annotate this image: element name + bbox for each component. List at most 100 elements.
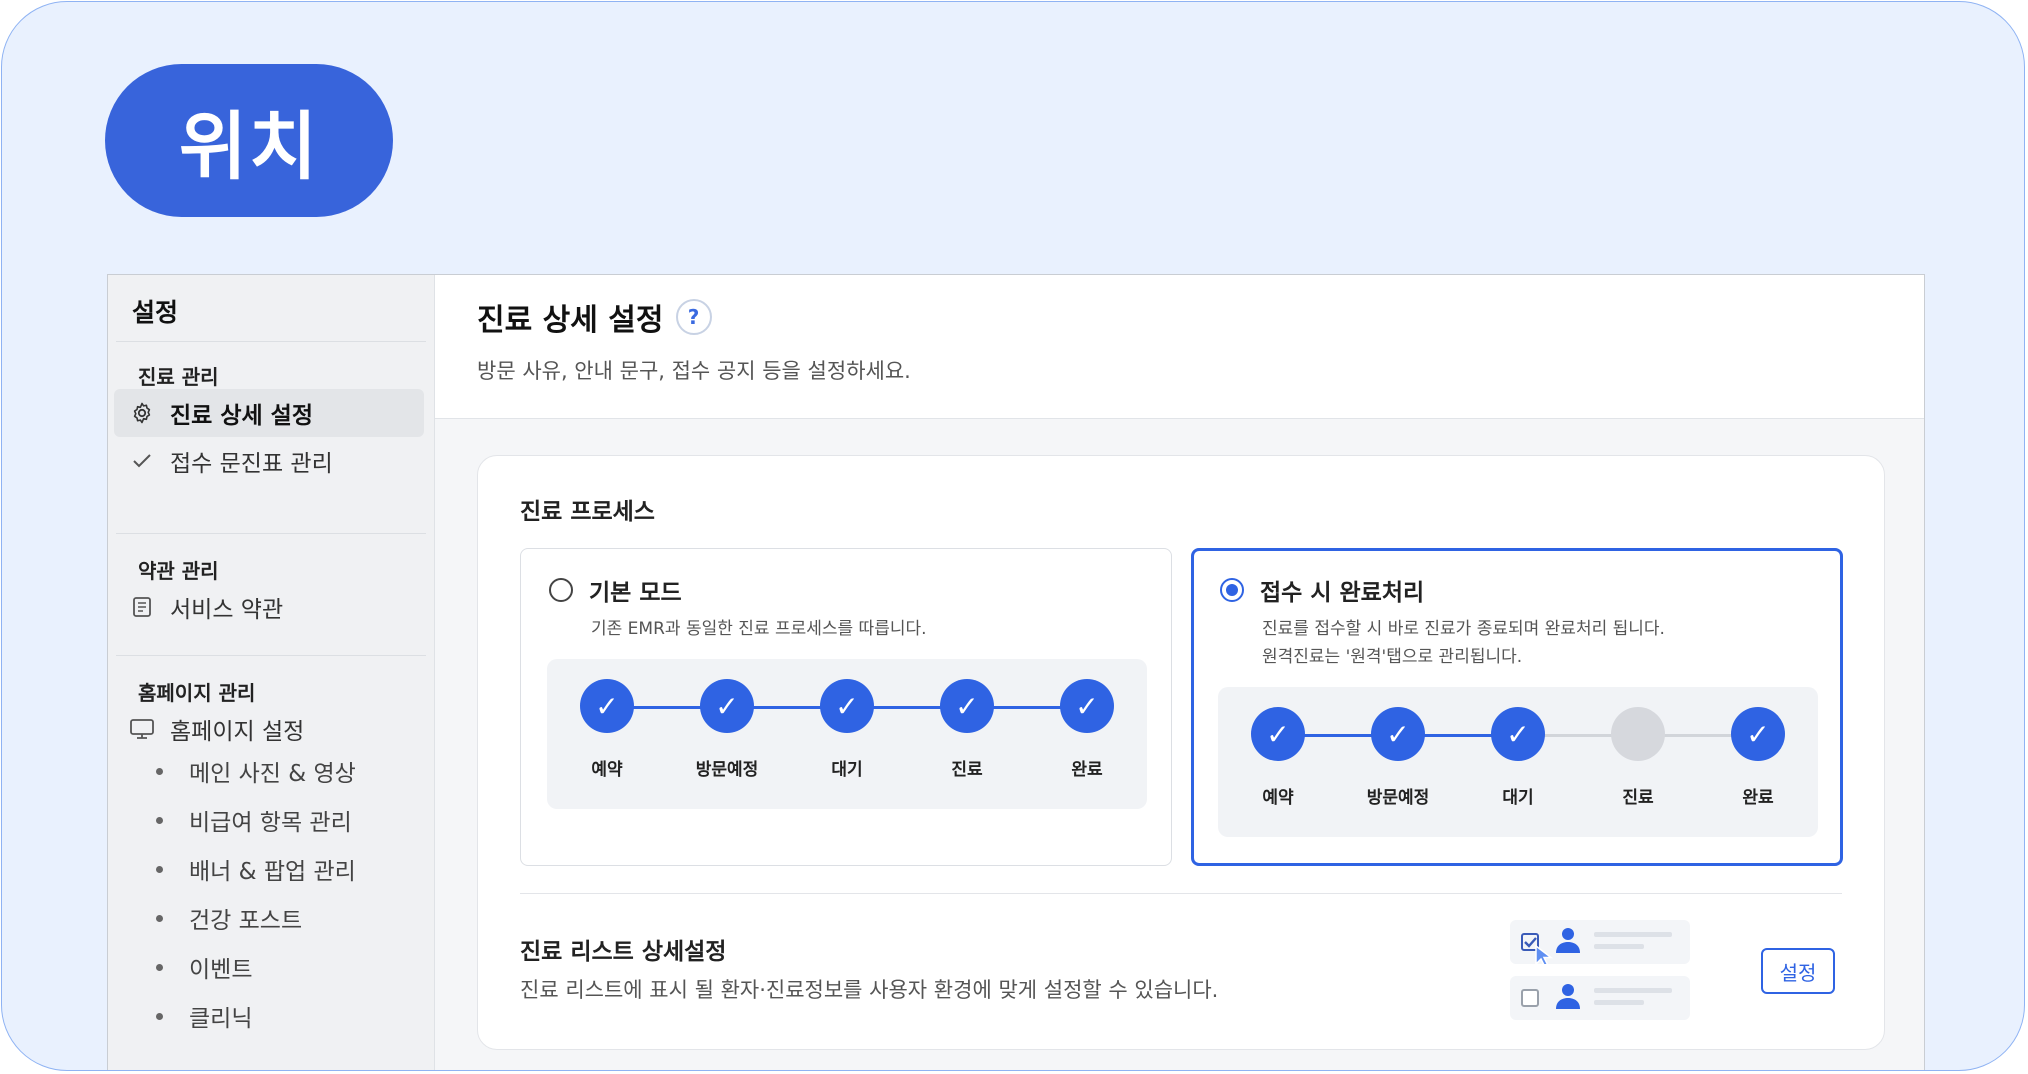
process-steps: ✓ 예약 ✓ 방문예정 ✓ 대기 진료 ✓ 완료 (1218, 687, 1818, 837)
step-label: 방문예정 (695, 760, 759, 780)
sidebar-title: 설정 (132, 298, 179, 327)
mode-option-basic[interactable]: 기본 모드 기존 EMR과 동일한 진료 프로세스를 따릅니다. ✓ 예약 ✓ 방문… (520, 548, 1172, 866)
step: ✓ 예약 (1218, 707, 1338, 808)
sidebar-divider (116, 655, 426, 656)
step-label: 완료 (1071, 760, 1103, 780)
sidebar-item-label: 홈페이지 설정 (170, 719, 305, 745)
empty-circle-icon (1611, 707, 1665, 761)
sidebar-section-homepage: 홈페이지 관리 (138, 681, 256, 705)
sidebar-item-homepage-settings[interactable]: 홈페이지 설정 (114, 705, 424, 753)
sidebar-subitem-main-media[interactable]: 메인 사진 & 영상 (156, 751, 356, 791)
page-title-text: 진료 상세 설정 (477, 303, 664, 338)
sidebar-subitem-label: 비급여 항목 관리 (189, 810, 352, 836)
check-circle-icon: ✓ (580, 679, 634, 733)
sidebar-subitem-banner-popup[interactable]: 배너 & 팝업 관리 (156, 849, 356, 889)
bullet-icon (156, 865, 163, 873)
mode-header: 기본 모드 (549, 573, 682, 607)
sidebar-item-label: 서비스 약관 (170, 597, 284, 623)
step: ✓ 완료 (1698, 707, 1818, 808)
step: ✓ 대기 (1458, 707, 1578, 808)
radio-button-basic[interactable] (549, 578, 573, 602)
illustration-row (1510, 920, 1690, 969)
process-steps: ✓ 예약 ✓ 방문예정 ✓ 대기 ✓ 진료 ✓ 완료 (547, 659, 1147, 809)
sidebar-section-care: 진료 관리 (138, 365, 219, 389)
sidebar-subitem-label: 클리닉 (189, 1006, 253, 1032)
bullet-icon (156, 963, 163, 971)
card-divider (520, 893, 1842, 894)
monitor-icon (114, 717, 170, 741)
step-label: 진료 (951, 760, 983, 780)
step: ✓ 완료 (1027, 679, 1147, 780)
sidebar-subitem-health-post[interactable]: 건강 포스트 (156, 898, 302, 938)
check-circle-icon: ✓ (1371, 707, 1425, 761)
step: 진료 (1578, 707, 1698, 808)
check-circle-icon: ✓ (1731, 707, 1785, 761)
sidebar-divider (116, 533, 426, 534)
bullet-icon (156, 767, 163, 775)
mode-description: 진료를 접수할 시 바로 진료가 종료되며 완료처리 됩니다. 원격진료는 '원… (1262, 615, 1665, 671)
settings-window: 설정 진료 관리 진료 상세 설정 접수 문진표 관리 약관 관리 서비스 약관… (107, 274, 1925, 1070)
step: ✓ 진료 (907, 679, 1027, 780)
sidebar-subitem-label: 이벤트 (189, 957, 253, 983)
help-icon[interactable]: ? (675, 299, 712, 335)
mode-description-line: 원격진료는 '원격'탭으로 관리됩니다. (1262, 647, 1523, 667)
bullet-icon (156, 914, 163, 922)
step-label: 예약 (591, 760, 623, 780)
sidebar-subitem-label: 건강 포스트 (189, 908, 303, 934)
page-title: 진료 상세 설정 ? (477, 295, 712, 339)
mode-label: 기본 모드 (589, 580, 682, 606)
document-icon (114, 595, 170, 619)
mode-description-line: 진료를 접수할 시 바로 진료가 종료되며 완료처리 됩니다. (1262, 619, 1665, 639)
check-circle-icon: ✓ (1491, 707, 1545, 761)
sidebar-item-label: 접수 문진표 관리 (170, 451, 333, 477)
step: ✓ 대기 (787, 679, 907, 780)
page-header: 진료 상세 설정 ? 방문 사유, 안내 문구, 접수 공지 등을 설정하세요. (435, 275, 1924, 419)
illustration-row (1510, 976, 1690, 1020)
bullet-icon (156, 1012, 163, 1020)
main-content: 진료 상세 설정 ? 방문 사유, 안내 문구, 접수 공지 등을 설정하세요.… (435, 275, 1924, 1070)
location-badge: 위치 (105, 64, 393, 217)
step: ✓ 방문예정 (667, 679, 787, 780)
mode-description: 기존 EMR과 동일한 진료 프로세스를 따릅니다. (591, 615, 927, 643)
sidebar-subitem-event[interactable]: 이벤트 (156, 947, 252, 987)
step-label: 진료 (1622, 788, 1654, 808)
check-circle-icon: ✓ (700, 679, 754, 733)
mode-option-complete-on-intake[interactable]: 접수 시 완료처리 진료를 접수할 시 바로 진료가 종료되며 완료처리 됩니다… (1191, 548, 1843, 866)
step-label: 대기 (1502, 788, 1534, 808)
list-settings-button[interactable]: 설정 (1761, 948, 1835, 994)
settings-card: 진료 프로세스 기본 모드 기존 EMR과 동일한 진료 프로세스를 따릅니다.… (477, 455, 1885, 1050)
check-circle-icon: ✓ (1060, 679, 1114, 733)
radio-button-complete-on-intake[interactable] (1220, 578, 1244, 602)
step: ✓ 예약 (547, 679, 667, 780)
sidebar-item-service-terms[interactable]: 서비스 약관 (114, 583, 424, 631)
list-settings-description: 진료 리스트에 표시 될 환자·진료정보를 사용자 환경에 맞게 설정할 수 있… (520, 978, 1219, 1002)
sidebar-item-label: 진료 상세 설정 (170, 403, 313, 429)
sidebar-divider (116, 341, 426, 342)
page-description: 방문 사유, 안내 문구, 접수 공지 등을 설정하세요. (477, 359, 911, 383)
list-settings-illustration (1510, 920, 1700, 1030)
sidebar-subitem-label: 배너 & 팝업 관리 (189, 859, 356, 885)
sidebar-item-intake-form[interactable]: 접수 문진표 관리 (114, 437, 424, 485)
mode-label: 접수 시 완료처리 (1260, 580, 1425, 606)
sidebar-section-terms: 약관 관리 (138, 559, 219, 583)
check-icon (114, 450, 170, 472)
mode-header: 접수 시 완료처리 (1220, 573, 1424, 607)
step-label: 예약 (1262, 788, 1294, 808)
mode-description-line: 기존 EMR과 동일한 진료 프로세스를 따릅니다. (591, 619, 927, 639)
sidebar: 설정 진료 관리 진료 상세 설정 접수 문진표 관리 약관 관리 서비스 약관… (108, 275, 435, 1070)
gear-icon (114, 401, 170, 425)
process-title: 진료 프로세스 (520, 499, 655, 525)
sidebar-item-care-detail[interactable]: 진료 상세 설정 (114, 389, 424, 437)
sidebar-subitem-noncovered[interactable]: 비급여 항목 관리 (156, 800, 352, 840)
bullet-icon (156, 816, 163, 824)
sidebar-subitem-label: 메인 사진 & 영상 (189, 761, 356, 787)
check-circle-icon: ✓ (820, 679, 874, 733)
step-label: 대기 (831, 760, 863, 780)
step: ✓ 방문예정 (1338, 707, 1458, 808)
check-circle-icon: ✓ (1251, 707, 1305, 761)
list-settings-title: 진료 리스트 상세설정 (520, 939, 727, 965)
step-label: 완료 (1742, 788, 1774, 808)
sidebar-subitem-clinic[interactable]: 클리닉 (156, 996, 252, 1036)
step-label: 방문예정 (1366, 788, 1430, 808)
slide-frame: 위치 설정 진료 관리 진료 상세 설정 접수 문진표 관리 약관 관리 서비스… (1, 1, 2025, 1071)
